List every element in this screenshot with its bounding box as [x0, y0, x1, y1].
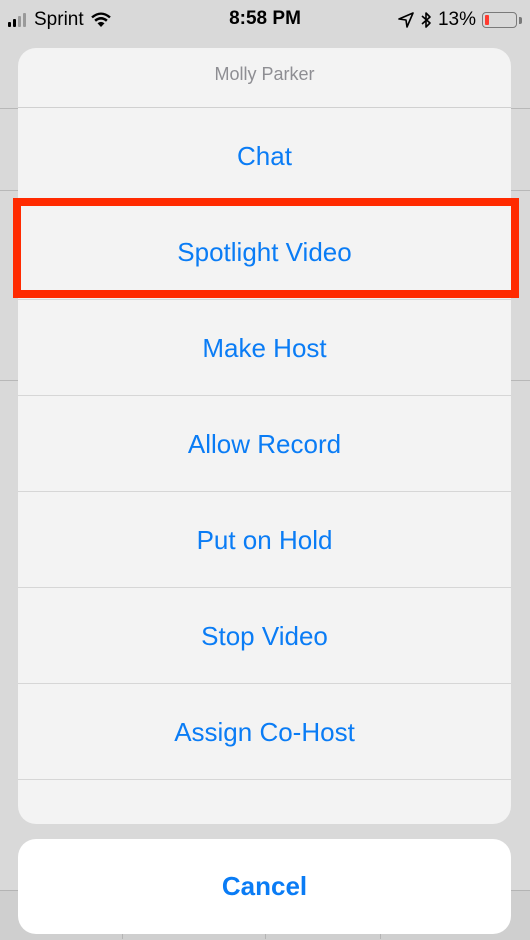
- battery-level: [485, 15, 489, 25]
- battery-icon: [482, 12, 517, 28]
- battery-cap: [519, 16, 522, 24]
- status-right: 13%: [398, 8, 522, 32]
- sheet-title: Molly Parker: [18, 48, 511, 108]
- highlight-box: [13, 198, 519, 298]
- action-sheet: Molly Parker Chat Spotlight Video Make H…: [18, 48, 511, 824]
- put-on-hold-button[interactable]: Put on Hold: [18, 492, 511, 588]
- chat-button[interactable]: Chat: [18, 108, 511, 204]
- assign-co-host-button[interactable]: Assign Co-Host: [18, 684, 511, 780]
- location-icon: [398, 12, 414, 28]
- cancel-button[interactable]: Cancel: [18, 839, 511, 934]
- status-bar: Sprint 8:58 PM 13%: [0, 0, 530, 40]
- allow-record-button[interactable]: Allow Record: [18, 396, 511, 492]
- battery-percent: 13%: [437, 9, 476, 30]
- make-host-button[interactable]: Make Host: [18, 300, 511, 396]
- bluetooth-icon: [421, 12, 431, 28]
- rename-button[interactable]: Rename: [18, 780, 511, 824]
- stop-video-button[interactable]: Stop Video: [18, 588, 511, 684]
